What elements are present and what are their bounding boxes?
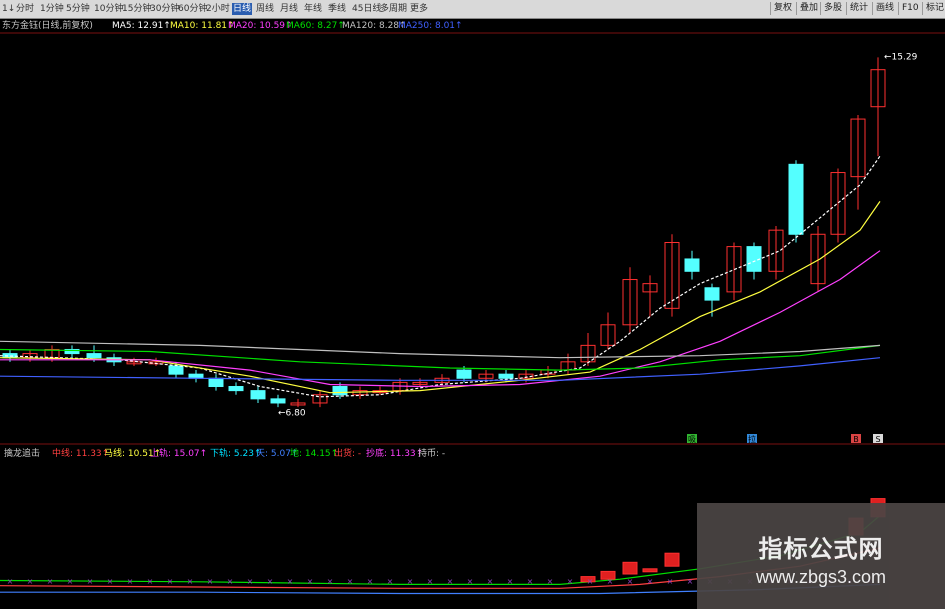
sub-cross-8: × bbox=[167, 577, 174, 586]
sub-cross-14: × bbox=[287, 577, 294, 586]
indicator-legend-item-3: 上轨: 15.07↑ bbox=[150, 449, 208, 459]
sub-cross-2: × bbox=[47, 577, 54, 586]
sub-bar-4 bbox=[664, 552, 680, 567]
sub-cross-1: × bbox=[27, 577, 34, 586]
sub-cross-4: × bbox=[87, 577, 94, 586]
sub-cross-12: × bbox=[247, 577, 254, 586]
sub-cross-25: × bbox=[507, 577, 514, 586]
indicator-legend-item-9: 持币: - bbox=[418, 449, 446, 459]
sub-cross-28: × bbox=[567, 577, 574, 586]
sub-cross-9: × bbox=[187, 577, 194, 586]
watermark-url: www.zbgs3.com bbox=[755, 567, 887, 587]
sub-cross-6: × bbox=[127, 577, 134, 586]
sub-cross-13: × bbox=[267, 577, 274, 586]
sub-cross-5: × bbox=[107, 577, 114, 586]
sub-cross-18: × bbox=[367, 577, 374, 586]
sub-cross-19: × bbox=[387, 577, 394, 586]
sub-cross-31: × bbox=[627, 577, 634, 586]
sub-bar-2 bbox=[622, 561, 638, 575]
sub-cross-10: × bbox=[207, 577, 214, 586]
indicator-legend-item-7: 出货: - bbox=[334, 449, 362, 459]
indicator-legend-item-0: 擒龙追击 bbox=[4, 449, 41, 459]
sub-cross-32: × bbox=[647, 577, 654, 586]
sub-cross-30: × bbox=[607, 577, 614, 586]
sub-cross-17: × bbox=[347, 577, 354, 586]
indicator-legend-item-4: 下轨: 5.23↑ bbox=[210, 449, 262, 459]
sub-cross-34: × bbox=[687, 577, 694, 586]
sub-cross-33: × bbox=[667, 577, 674, 586]
sub-cross-20: × bbox=[407, 577, 414, 586]
sub-cross-3: × bbox=[67, 577, 74, 586]
indicator-legend-item-8: 抄底: 11.33↑ bbox=[366, 449, 424, 459]
sub-cross-24: × bbox=[487, 577, 494, 586]
sub-cross-26: × bbox=[527, 577, 534, 586]
sub-cross-16: × bbox=[327, 577, 334, 586]
sub-cross-22: × bbox=[447, 577, 454, 586]
sub-cross-15: × bbox=[307, 577, 314, 586]
indicator-legend-item-6: 地: 14.15↑ bbox=[290, 449, 339, 459]
sub-bar-3 bbox=[642, 568, 658, 573]
sub-cross-0: × bbox=[7, 577, 14, 586]
watermark-title: 指标公式网 bbox=[758, 535, 884, 563]
sub-cross-7: × bbox=[147, 577, 154, 586]
sub-cross-21: × bbox=[427, 577, 434, 586]
watermark-banner: 指标公式网 www.zbgs3.com bbox=[697, 503, 945, 609]
indicator-legend: 擒龙追击 中线: 11.33↑ 马线: 10.51↑ 上轨: 15.07↑ 下轨: 5.… bbox=[0, 447, 945, 461]
indicator-legend-item-1: 中线: 11.33↑ bbox=[52, 449, 110, 459]
sub-cross-29: × bbox=[587, 577, 594, 586]
sub-cross-27: × bbox=[547, 577, 554, 586]
sub-cross-11: × bbox=[227, 577, 234, 586]
sub-cross-23: × bbox=[467, 577, 474, 586]
